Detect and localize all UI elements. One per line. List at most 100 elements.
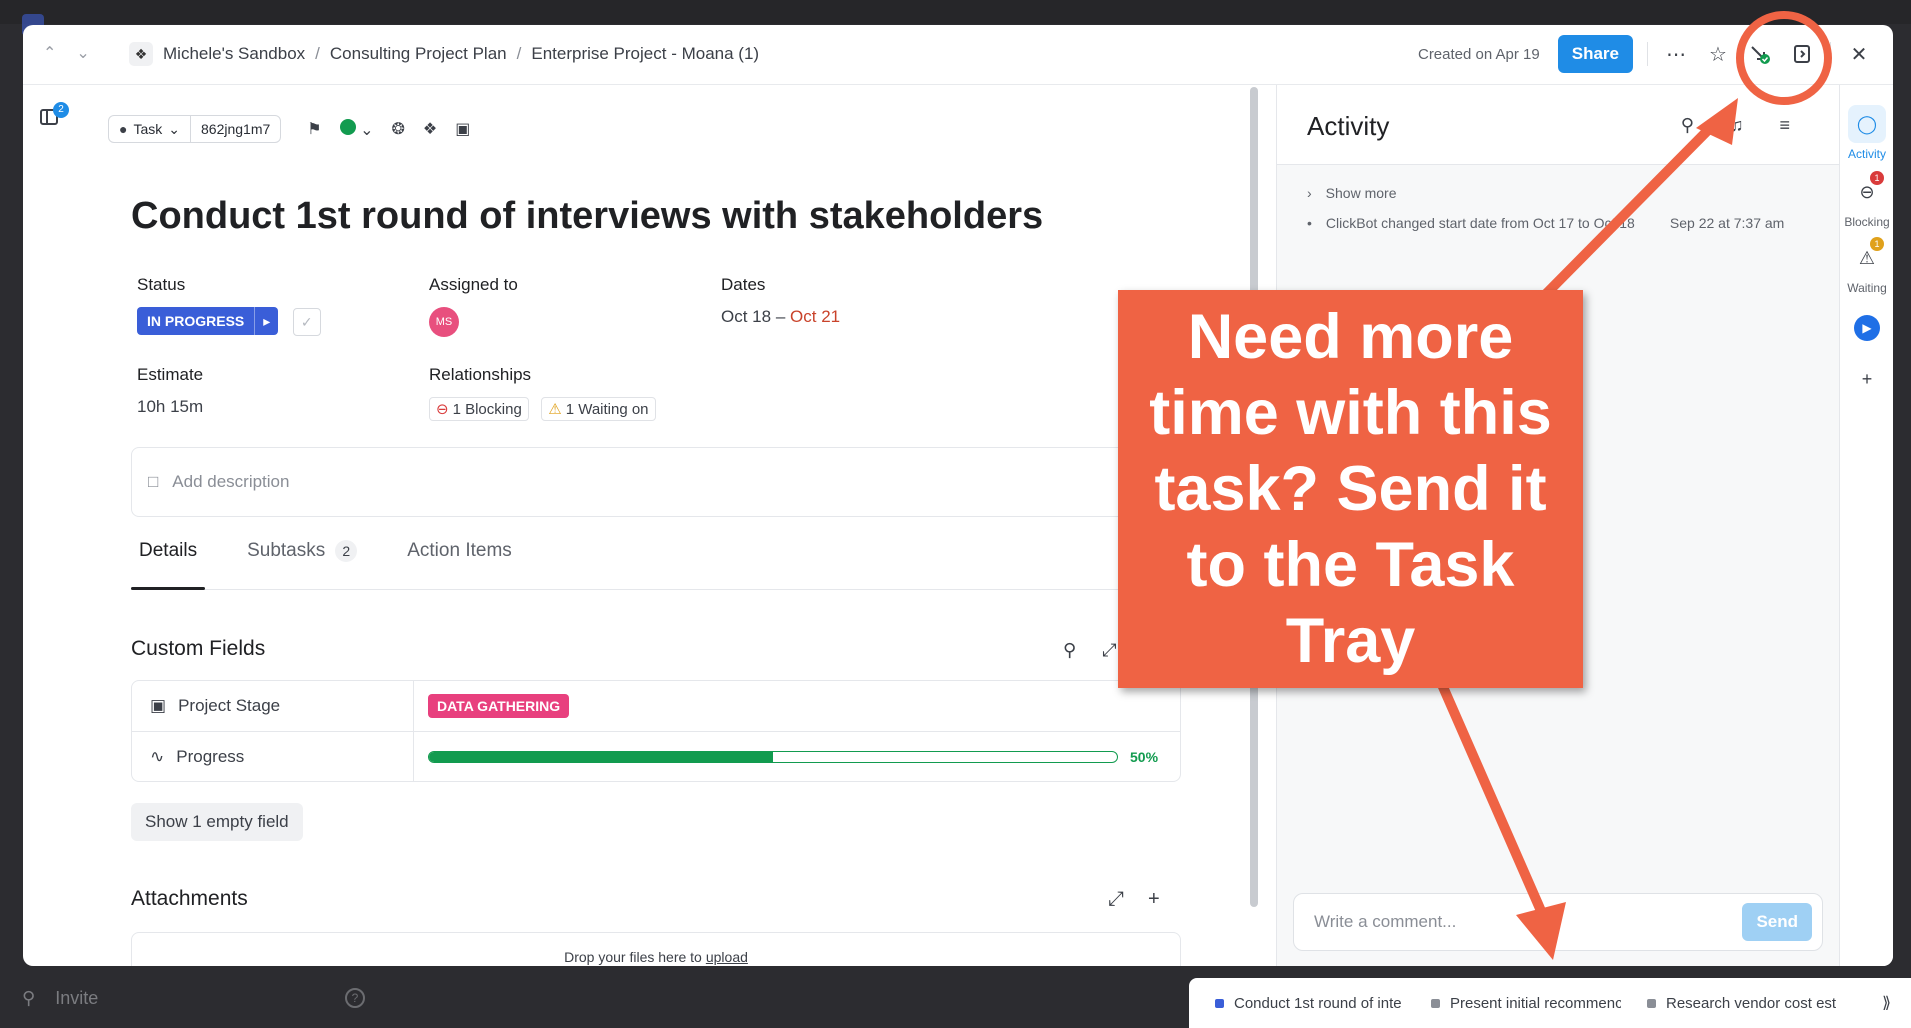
tray-item[interactable]: Conduct 1st round of inte xyxy=(1215,995,1405,1012)
tag-icon[interactable]: ❖ xyxy=(423,119,437,139)
sidebar-item-waiting[interactable]: ⚠ 1 Waiting xyxy=(1842,237,1892,295)
chevron-up-icon[interactable]: ⌃ xyxy=(43,43,56,63)
breadcrumb-item-list[interactable]: Enterprise Project - Moana (1) xyxy=(531,44,759,64)
subtasks-panel-toggle[interactable]: 2 xyxy=(39,102,69,133)
estimate-field: Estimate 10h 15m xyxy=(137,365,203,417)
status-selector[interactable]: IN PROGRESS ▸ xyxy=(137,307,279,335)
close-icon[interactable]: ✕ xyxy=(1845,40,1873,68)
estimate-label: Estimate xyxy=(137,365,204,384)
sidebar-item-blocking[interactable]: ⊖ 1 Blocking xyxy=(1842,171,1892,229)
subtasks-count: 2 xyxy=(335,540,358,562)
breadcrumb-item-space[interactable]: Michele's Sandbox xyxy=(163,44,305,64)
tab-label: Action Items xyxy=(407,540,512,561)
warning-icon: ⚠ xyxy=(548,401,562,418)
field-value[interactable]: DATA GATHERING xyxy=(414,681,1180,731)
show-more-link[interactable]: › Show more xyxy=(1307,185,1807,201)
expand-icon[interactable]: ⤢ xyxy=(1108,888,1124,911)
add-panel-button[interactable]: + xyxy=(1842,360,1892,402)
timer-play-icon[interactable]: ⌄ xyxy=(339,118,373,140)
file-drop-zone[interactable]: Drop your files here to upload xyxy=(131,932,1181,966)
chevron-right-icon: › xyxy=(1307,185,1312,201)
task-tabs: Details Subtasks 2 Action Items xyxy=(131,540,1181,590)
modal-header: ⌃ ⌄ ❖ Michele's Sandbox / Consulting Pro… xyxy=(23,25,1893,85)
activity-title: Activity xyxy=(1307,111,1390,141)
help-icon[interactable]: ? xyxy=(345,988,365,1008)
estimate-value[interactable]: 10h 15m xyxy=(137,397,203,417)
header-actions: Created on Apr 19 Share ⋯ ☆ ✕ xyxy=(1418,35,1873,73)
subtasks-count-badge: 2 xyxy=(53,102,69,118)
task-type[interactable]: ● Task ⌄ xyxy=(109,116,190,142)
more-options-icon[interactable]: ⋯ xyxy=(1662,40,1690,68)
search-icon[interactable]: ⚲ xyxy=(1681,115,1694,136)
field-value: 50% xyxy=(414,732,1180,781)
sidebar-item-label: Waiting xyxy=(1847,281,1887,295)
filter-icon[interactable]: ≡ xyxy=(1779,115,1790,136)
search-icon[interactable]: ⚲ xyxy=(1063,640,1076,661)
flag-icon[interactable]: ⚑ xyxy=(307,119,321,139)
share-button[interactable]: Share xyxy=(1557,35,1633,73)
created-date: Created on Apr 19 xyxy=(1417,45,1540,63)
attachments-title: Attachments xyxy=(131,887,248,910)
task-id[interactable]: 862jng1m7 xyxy=(190,116,280,142)
table-row: ∿ Progress 50% xyxy=(132,731,1180,781)
show-more-label: Show more xyxy=(1325,185,1397,201)
invite-label: Invite xyxy=(55,988,99,1008)
star-icon[interactable]: ☆ xyxy=(1704,40,1732,68)
sidebar-item-activity[interactable]: ◯ Activity xyxy=(1842,105,1892,161)
drop-text: Drop your files here to xyxy=(564,949,702,965)
person-icon: ⚲ xyxy=(22,988,36,1008)
send-button[interactable]: Send xyxy=(1742,903,1812,941)
notification-icon[interactable]: ♫ xyxy=(1730,115,1744,136)
sprint-icon[interactable]: ❂ xyxy=(391,119,404,139)
plus-icon[interactable]: + xyxy=(1148,888,1160,911)
expand-icon[interactable] xyxy=(1788,40,1816,68)
zoom-integration-button[interactable]: ▶ xyxy=(1842,315,1892,341)
custom-fields-actions: ⚲ ⤢ xyxy=(1063,640,1117,661)
tab-details[interactable]: Details xyxy=(131,540,206,590)
task-tray: Conduct 1st round of inte Present initia… xyxy=(1189,978,1911,1028)
description-field[interactable]: □ Add description xyxy=(131,447,1181,517)
waiting-chip[interactable]: ⚠ 1 Waiting on xyxy=(541,397,656,421)
task-navigation: ⌃ ⌄ xyxy=(43,43,90,63)
next-status-icon[interactable]: ▸ xyxy=(254,307,278,335)
dates-field: Dates Oct 18 – Oct 21 xyxy=(721,275,840,327)
avatar[interactable]: MS xyxy=(429,307,459,337)
breadcrumb-separator: / xyxy=(315,44,320,63)
task-tray-icon[interactable] xyxy=(1746,40,1774,68)
task-type-selector[interactable]: ● Task ⌄ 862jng1m7 xyxy=(108,115,282,143)
field-name: ∿ Progress xyxy=(132,732,414,781)
show-empty-fields-button[interactable]: Show 1 empty field xyxy=(131,803,303,841)
activity-log: › Show more • ClickBot changed start dat… xyxy=(1307,185,1807,233)
relationships-field: Relationships ⊖ 1 Blocking ⚠ 1 Waiting o… xyxy=(429,365,664,421)
comment-input[interactable]: Write a comment... Send xyxy=(1293,893,1823,951)
breadcrumb-item-folder[interactable]: Consulting Project Plan xyxy=(330,44,507,64)
annotation-callout: Need more time with this task? Send it t… xyxy=(1118,290,1583,688)
tab-action-items[interactable]: Action Items xyxy=(399,540,520,589)
project-stage-tag[interactable]: DATA GATHERING xyxy=(428,694,570,718)
breadcrumb: ❖ Michele's Sandbox / Consulting Project… xyxy=(129,42,759,66)
tray-item-label: Present initial recommenc xyxy=(1450,994,1621,1012)
dates-value[interactable]: Oct 18 – Oct 21 xyxy=(721,307,840,327)
tab-label: Details xyxy=(139,540,198,561)
chevron-down-icon[interactable]: ⌄ xyxy=(76,43,89,63)
progress-field-icon: ∿ xyxy=(150,746,165,766)
dropdown-field-icon: ▣ xyxy=(150,696,167,715)
tray-item-label: Conduct 1st round of inte xyxy=(1234,994,1402,1012)
blocking-chip[interactable]: ⊖ 1 Blocking xyxy=(429,397,529,421)
tray-item[interactable]: Research vendor cost esti xyxy=(1647,995,1837,1012)
image-icon[interactable]: ▣ xyxy=(455,119,470,139)
pin-icon[interactable]: ⟫ xyxy=(1882,993,1891,1013)
expand-icon[interactable]: ⤢ xyxy=(1102,640,1116,661)
invite-link[interactable]: ⚲ Invite xyxy=(22,988,98,1009)
tab-subtasks[interactable]: Subtasks 2 xyxy=(239,540,365,589)
task-title[interactable]: Conduct 1st round of interviews with sta… xyxy=(131,195,1043,238)
progress-percent: 50% xyxy=(1130,748,1159,765)
custom-fields-table: ▣ Project Stage DATA GATHERING ∿ Progres… xyxy=(131,680,1181,782)
complete-checkbox[interactable]: ✓ xyxy=(292,307,321,336)
start-date: Oct 18 xyxy=(721,307,772,326)
field-name-label: Project Stage xyxy=(178,696,281,715)
minus-circle-icon: ⊖ 1 xyxy=(1848,171,1886,211)
upload-link[interactable]: upload xyxy=(706,949,748,965)
tray-item[interactable]: Present initial recommenc xyxy=(1431,995,1621,1012)
dates-label: Dates xyxy=(721,275,766,294)
